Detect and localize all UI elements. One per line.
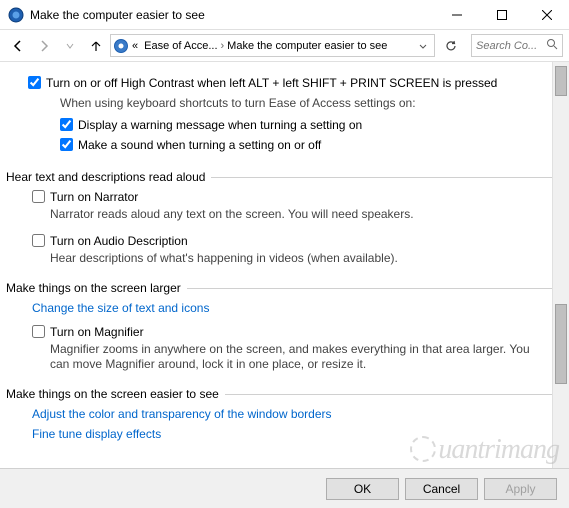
titlebar: Make the computer easier to see [0,0,569,30]
fine-tune-link[interactable]: Fine tune display effects [32,427,161,441]
scrollbar-thumb-2[interactable] [555,304,567,384]
change-size-link[interactable]: Change the size of text and icons [32,301,209,315]
high-contrast-checkbox[interactable] [28,76,41,89]
minimize-button[interactable] [434,0,479,30]
close-button[interactable] [524,0,569,30]
ease-of-access-icon [8,7,24,23]
search-icon[interactable] [546,38,558,53]
breadcrumb-part-2[interactable]: Make the computer easier to see [224,40,390,52]
window-title: Make the computer easier to see [30,8,434,22]
dialog-footer: OK Cancel Apply [0,468,569,508]
breadcrumb[interactable]: « Ease of Acce... › Make the computer ea… [110,34,435,57]
apply-button[interactable]: Apply [484,478,557,500]
audio-desc-checkbox[interactable] [32,234,45,247]
magnifier-desc: Magnifier zooms in anywhere on the scree… [50,342,533,373]
up-button[interactable] [84,34,108,58]
narrator-checkbox[interactable] [32,190,45,203]
control-panel-icon [113,38,129,54]
forward-button[interactable] [32,34,56,58]
section-easier: Make things on the screen easier to see [6,387,555,401]
narrator-desc: Narrator reads aloud any text on the scr… [50,207,555,223]
ok-button[interactable]: OK [326,478,399,500]
magnifier-label: Turn on Magnifier [50,325,144,339]
scrollbar-thumb[interactable] [555,66,567,96]
breadcrumb-prefix: « [129,40,141,52]
warning-label: Display a warning message when turning a… [78,118,362,132]
recent-dropdown[interactable] [58,34,82,58]
adjust-color-link[interactable]: Adjust the color and transparency of the… [32,407,332,421]
sound-label: Make a sound when turning a setting on o… [78,138,321,152]
breadcrumb-dropdown[interactable] [414,41,432,51]
maximize-button[interactable] [479,0,524,30]
magnifier-checkbox[interactable] [32,325,45,338]
warning-checkbox[interactable] [60,118,73,131]
audio-desc-desc: Hear descriptions of what's happening in… [50,251,555,267]
back-button[interactable] [6,34,30,58]
section-hear: Hear text and descriptions read aloud [6,170,555,184]
scrollbar[interactable] [552,62,569,468]
search-input[interactable] [476,40,536,52]
sound-checkbox[interactable] [60,138,73,151]
shortcut-description: When using keyboard shortcuts to turn Ea… [60,96,555,112]
refresh-button[interactable] [439,34,463,58]
cancel-button[interactable]: Cancel [405,478,478,500]
breadcrumb-part-1[interactable]: Ease of Acce... [141,40,220,52]
navbar: « Ease of Acce... › Make the computer ea… [0,30,569,62]
narrator-label: Turn on Narrator [50,190,138,204]
content-area: Turn on or off High Contrast when left A… [0,62,569,468]
search-box[interactable] [471,34,563,57]
section-larger: Make things on the screen larger [6,281,555,295]
audio-desc-label: Turn on Audio Description [50,234,188,248]
high-contrast-label: Turn on or off High Contrast when left A… [46,76,497,90]
